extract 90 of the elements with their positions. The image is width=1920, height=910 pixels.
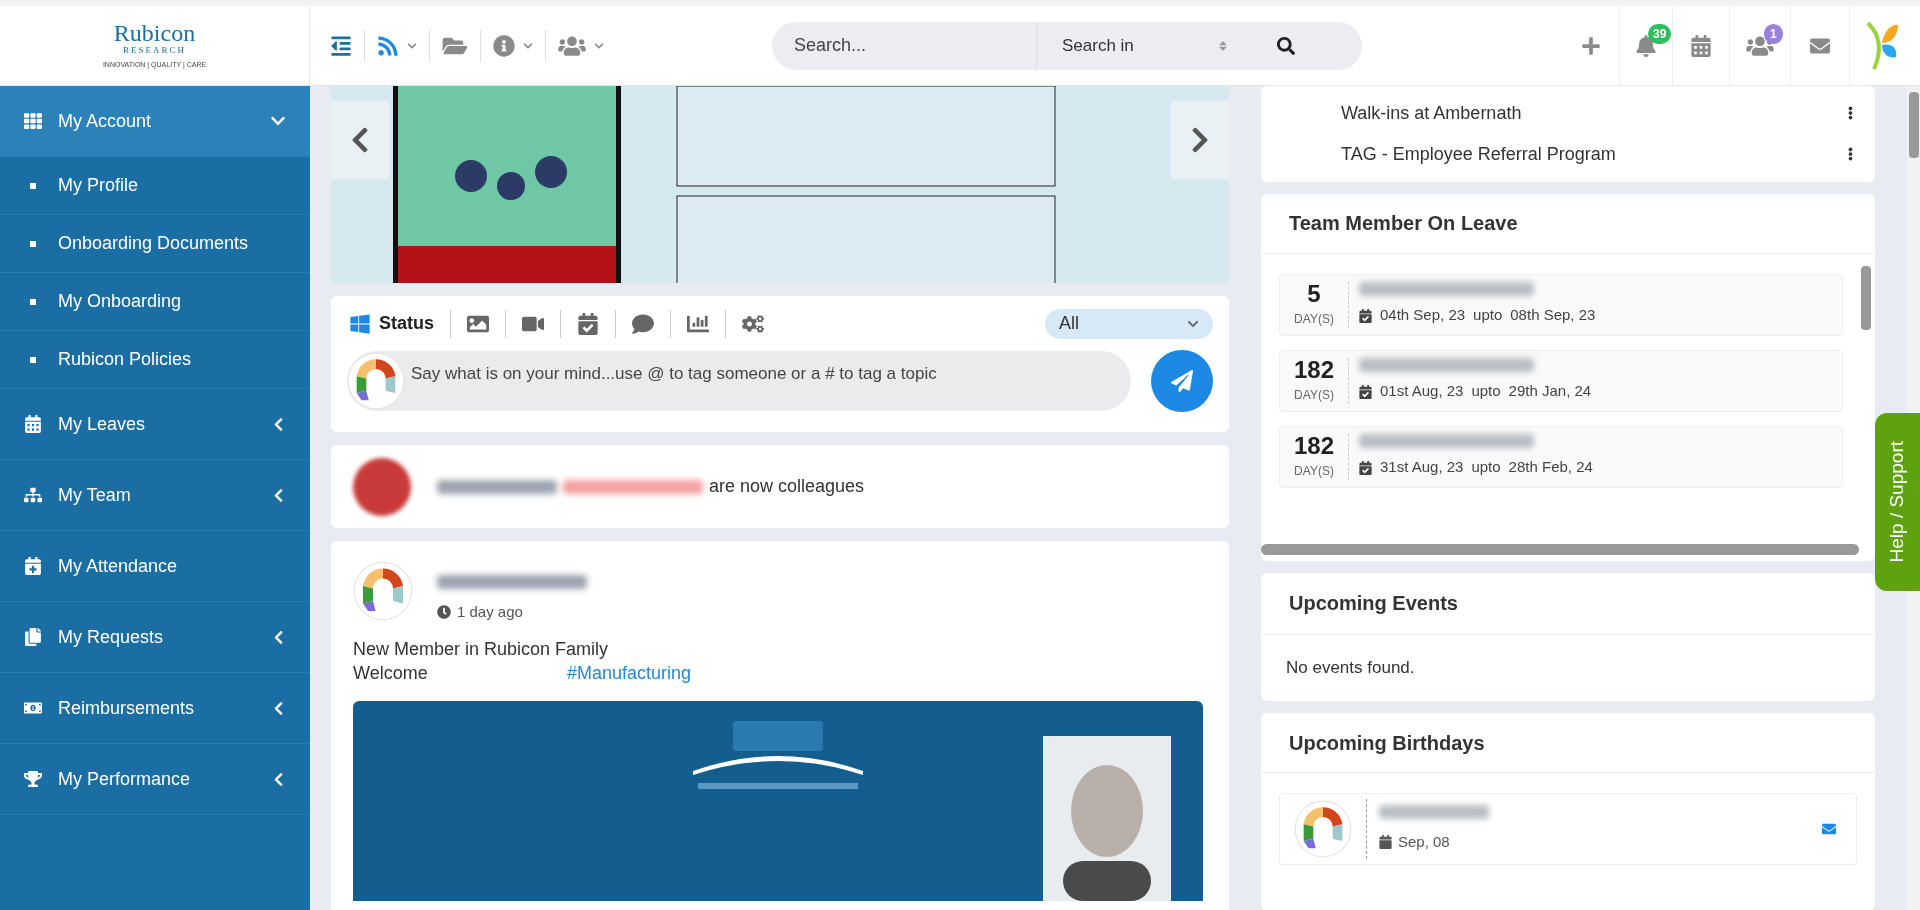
- filter-select[interactable]: All: [1045, 308, 1213, 339]
- info-icon[interactable]: [493, 34, 515, 57]
- search-field[interactable]: Search...: [772, 21, 1037, 70]
- avatar: [353, 457, 411, 516]
- sidebar-item[interactable]: My Account: [0, 86, 310, 157]
- birthday-item[interactable]: Sep, 08: [1279, 793, 1857, 865]
- leave-item[interactable]: 182 DAY(S) 01st Aug, 23 upto 29th Jan, 24: [1279, 349, 1843, 412]
- menu-icon: [24, 557, 42, 575]
- next-slide-button[interactable]: [1171, 101, 1229, 179]
- card-title: Upcoming Events: [1289, 591, 1458, 617]
- post-type-tab[interactable]: [630, 312, 656, 335]
- caret-icon[interactable]: [594, 40, 604, 51]
- leave-date: 28th Feb, 24: [1508, 457, 1593, 478]
- search-button[interactable]: [1237, 21, 1362, 70]
- plus-icon[interactable]: [1581, 35, 1601, 56]
- post-type-tab[interactable]: [575, 312, 601, 335]
- leave-date: 01st Aug, 23: [1380, 381, 1464, 402]
- menu-icon: [24, 770, 42, 788]
- birthday-date: Sep, 08: [1398, 831, 1450, 852]
- caret-icon[interactable]: [407, 40, 417, 51]
- avatar: [353, 561, 413, 621]
- menu-toggle-icon[interactable]: [330, 34, 352, 57]
- scrollbar[interactable]: [1861, 265, 1871, 330]
- clock-icon: [437, 605, 451, 620]
- bullet-icon: [30, 182, 36, 189]
- send-icon: [1171, 369, 1193, 392]
- bullet-icon: [30, 240, 36, 247]
- menu-icon: [24, 486, 42, 504]
- leave-date: 31st Aug, 23: [1380, 457, 1464, 478]
- post-text: New Member in Rubicon Family: [353, 638, 610, 662]
- avatar: [1294, 800, 1352, 858]
- post-type-tab[interactable]: [740, 312, 766, 335]
- event-icon: [577, 312, 599, 335]
- caret-icon[interactable]: [523, 40, 533, 51]
- card-title: Upcoming Birthdays: [1289, 730, 1485, 756]
- status-icon: [349, 312, 371, 335]
- status-input[interactable]: Say what is on your mind...use @ to tag someone or a # to tag a topic: [347, 350, 1131, 411]
- post-type-tab[interactable]: Status: [347, 310, 436, 338]
- more-icon[interactable]: [1848, 105, 1853, 122]
- search-icon: [1277, 36, 1295, 55]
- announcement-link[interactable]: Walk-ins at Ambernath: [1341, 99, 1848, 127]
- post-time: 1 day ago: [457, 602, 523, 622]
- date-separator: upto: [1471, 457, 1501, 478]
- users-icon[interactable]: [558, 34, 586, 57]
- sort-icon: [1219, 39, 1227, 52]
- post-text: Welcome: [353, 662, 429, 686]
- comment-icon: [632, 312, 654, 335]
- leave-item[interactable]: 5 DAY(S) 04th Sep, 23 upto 08th Sep, 23: [1279, 273, 1843, 336]
- avatar: [347, 351, 405, 410]
- date-separator: upto: [1471, 381, 1501, 402]
- calendar-check-icon: [1359, 460, 1372, 475]
- menu-icon: [24, 628, 42, 646]
- menu-icon: [24, 112, 42, 130]
- rss-icon[interactable]: [377, 34, 399, 57]
- card-title: Team Member On Leave: [1289, 211, 1518, 237]
- menu-icon: [24, 415, 42, 433]
- empty-message: No events found.: [1286, 657, 1415, 680]
- team-count: 1: [1764, 24, 1783, 44]
- activity-text: are now colleagues: [709, 475, 865, 499]
- settings-icon: [742, 312, 764, 335]
- bullet-icon: [30, 356, 36, 363]
- hashtag-link[interactable]: #Manufacturing: [567, 661, 692, 686]
- scrollbar[interactable]: [1261, 543, 1859, 555]
- leave-days: 5: [1307, 281, 1321, 306]
- bullet-icon: [30, 298, 36, 305]
- scrollbar[interactable]: [1908, 92, 1919, 158]
- leave-days: 182: [1293, 357, 1334, 382]
- days-unit: DAY(S): [1294, 310, 1334, 328]
- chevron-left-icon: [351, 125, 369, 155]
- previous-slide-button[interactable]: [331, 101, 389, 179]
- calendar-icon[interactable]: [1691, 34, 1711, 57]
- days-unit: DAY(S): [1294, 386, 1334, 404]
- calendar-icon: [1379, 835, 1392, 849]
- notification-count: 39: [1648, 24, 1672, 44]
- leave-days: 182: [1293, 433, 1334, 458]
- date-separator: upto: [1473, 305, 1503, 326]
- leave-date: 29th Jan, 24: [1508, 381, 1592, 402]
- chevron-right-icon: [1191, 125, 1209, 155]
- days-unit: DAY(S): [1294, 462, 1334, 480]
- more-icon[interactable]: [1848, 146, 1853, 163]
- app-logo-icon[interactable]: [1866, 20, 1900, 71]
- announcement-link[interactable]: TAG - Employee Referral Program: [1341, 140, 1848, 168]
- leave-date: 04th Sep, 23: [1380, 305, 1466, 326]
- leave-item[interactable]: 182 DAY(S) 31st Aug, 23 upto 28th Feb, 24: [1279, 425, 1843, 488]
- help-support-tab[interactable]: Help / Support: [1875, 413, 1920, 591]
- envelope-icon[interactable]: [1820, 822, 1838, 836]
- calendar-check-icon: [1359, 308, 1372, 323]
- calendar-check-icon: [1359, 384, 1372, 399]
- leave-date: 08th Sep, 23: [1510, 305, 1596, 326]
- search-scope-select[interactable]: Search in: [1037, 21, 1237, 70]
